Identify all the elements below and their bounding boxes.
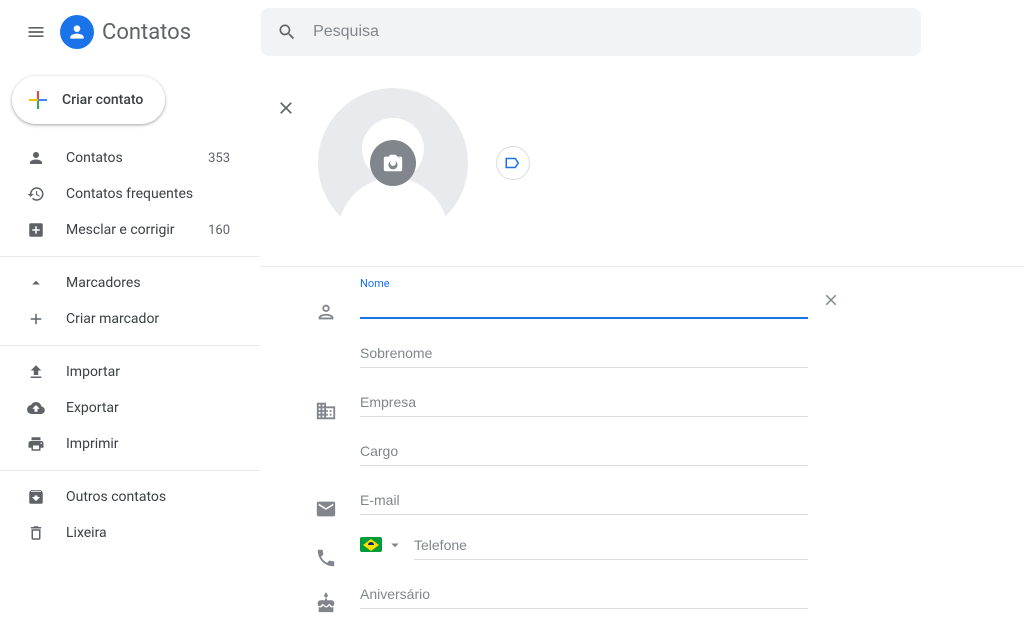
- form-row-email: [314, 480, 1024, 529]
- avatar: [318, 88, 468, 238]
- surname-field: [360, 333, 808, 368]
- sidebar-divider: [0, 345, 260, 346]
- search-bar[interactable]: [261, 8, 921, 56]
- name-field: Nome: [360, 283, 808, 319]
- role-field: [360, 431, 808, 466]
- chevron-up-icon: [27, 274, 45, 292]
- add-photo-button[interactable]: [370, 140, 416, 186]
- menu-button[interactable]: [16, 12, 56, 52]
- sidebar-item-label: Contatos frequentes: [66, 186, 230, 202]
- header: Contatos: [0, 0, 1024, 64]
- clear-name-button[interactable]: [822, 291, 840, 309]
- divider: [260, 266, 1024, 267]
- sidebar-item-import[interactable]: Importar: [0, 354, 248, 390]
- upload-icon: [27, 363, 45, 381]
- company-input[interactable]: [360, 382, 808, 417]
- sidebar-item-other[interactable]: Outros contatos: [0, 479, 248, 515]
- business-icon: [315, 400, 337, 422]
- form-row-company: [314, 382, 1024, 480]
- sidebar-item-label: Imprimir: [66, 436, 230, 452]
- birthday-input[interactable]: [360, 574, 808, 609]
- close-button[interactable]: [266, 88, 306, 128]
- sidebar-item-frequent[interactable]: Contatos frequentes: [0, 176, 248, 212]
- email-input[interactable]: [360, 480, 808, 515]
- app-title: Contatos: [102, 20, 191, 45]
- sidebar-item-export[interactable]: Exportar: [0, 390, 248, 426]
- contact-editor: Nome: [260, 64, 1024, 641]
- contacts-logo-icon: [60, 15, 94, 49]
- print-icon: [27, 435, 45, 453]
- sidebar-item-label: Marcadores: [66, 275, 230, 291]
- sidebar-item-label: Criar marcador: [66, 311, 230, 327]
- label-button[interactable]: [496, 146, 530, 180]
- sidebar-item-merge[interactable]: Mesclar e corrigir 160: [0, 212, 248, 248]
- sidebar-item-print[interactable]: Imprimir: [0, 426, 248, 462]
- create-contact-label: Criar contato: [62, 92, 143, 108]
- person-icon: [27, 149, 45, 167]
- hamburger-icon: [26, 22, 46, 42]
- phone-field: [360, 529, 808, 560]
- merge-icon: [27, 221, 45, 239]
- sidebar-item-contacts[interactable]: Contatos 353: [0, 140, 248, 176]
- app-logo[interactable]: Contatos: [60, 15, 191, 49]
- contact-form: Nome: [260, 283, 1024, 641]
- form-row-phone: [314, 529, 1024, 574]
- email-field: [360, 480, 808, 515]
- sidebar-divider: [0, 470, 260, 471]
- cake-icon: [315, 592, 337, 614]
- brazil-flag-icon: [360, 537, 382, 552]
- label-icon: [504, 154, 522, 172]
- history-icon: [27, 185, 45, 203]
- name-label: Nome: [360, 277, 390, 290]
- phone-icon: [315, 547, 337, 569]
- sidebar-item-label: Mesclar e corrigir: [66, 222, 188, 238]
- name-input[interactable]: [360, 283, 808, 319]
- plus-icon: [27, 310, 45, 328]
- sidebar-item-label: Importar: [66, 364, 230, 380]
- trash-icon: [27, 524, 45, 542]
- sidebar-item-count: 353: [208, 151, 230, 166]
- sidebar-item-label: Contatos: [66, 150, 188, 166]
- create-contact-button[interactable]: Criar contato: [12, 76, 165, 124]
- search-icon: [277, 22, 297, 42]
- chevron-down-icon: [386, 536, 404, 554]
- email-icon: [315, 498, 337, 520]
- sidebar-item-label: Lixeira: [66, 525, 230, 541]
- sidebar-item-label: Exportar: [66, 400, 230, 416]
- close-icon: [822, 291, 840, 309]
- archive-icon: [27, 488, 45, 506]
- country-code-dropdown[interactable]: [360, 536, 404, 554]
- form-row-name: Nome: [314, 283, 1024, 382]
- birthday-field: [360, 574, 808, 609]
- role-input[interactable]: [360, 431, 808, 466]
- search-input[interactable]: [313, 23, 905, 41]
- phone-input[interactable]: [414, 529, 808, 560]
- camera-icon: [382, 152, 404, 174]
- sidebar-divider: [0, 256, 260, 257]
- sidebar-item-labels[interactable]: Marcadores: [0, 265, 248, 301]
- form-row-birthday: [314, 574, 1024, 623]
- person-outline-icon: [315, 301, 337, 323]
- company-field: [360, 382, 808, 417]
- sidebar-item-count: 160: [208, 223, 230, 238]
- cloud-upload-icon: [27, 399, 45, 417]
- sidebar-item-label: Outros contatos: [66, 489, 230, 505]
- sidebar-item-newlabel[interactable]: Criar marcador: [0, 301, 248, 337]
- plus-multicolor-icon: [26, 88, 50, 112]
- close-icon: [276, 98, 296, 118]
- sidebar-item-trash[interactable]: Lixeira: [0, 515, 248, 551]
- sidebar: Criar contato Contatos 353 Contatos freq…: [0, 64, 260, 641]
- surname-input[interactable]: [360, 333, 808, 368]
